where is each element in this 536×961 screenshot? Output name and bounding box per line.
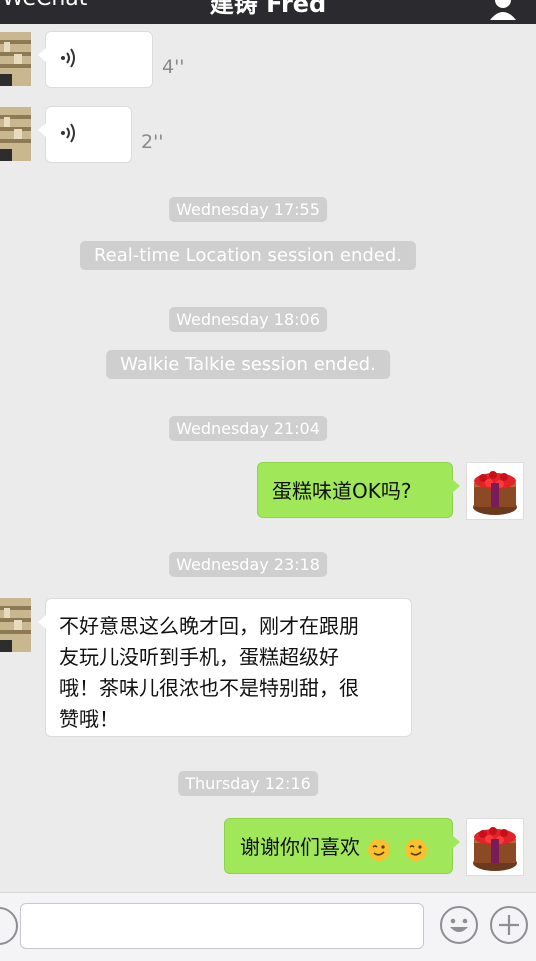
user-profile-icon[interactable]: [488, 0, 518, 20]
cake-avatar-image: [467, 463, 523, 519]
voice-duration: 4'': [162, 56, 185, 78]
contact-avatar[interactable]: [0, 598, 31, 652]
wink-emoji-icon: [368, 838, 391, 861]
voice-playback-icon: [61, 123, 75, 143]
plus-icon: [499, 915, 519, 935]
voice-playback-icon: [61, 48, 75, 68]
contact-avatar[interactable]: [0, 107, 31, 161]
sent-message-bubble[interactable]: 谢谢你们喜欢: [224, 818, 460, 874]
message-text: 谢谢你们喜欢: [240, 835, 360, 859]
input-bar: [0, 892, 536, 961]
system-message: Walkie Talkie session ended.: [106, 350, 390, 379]
avatar-image: [0, 32, 31, 86]
wink-emoji-icon: [405, 838, 428, 861]
message-input[interactable]: [20, 903, 424, 949]
timestamp: Wednesday 17:55: [169, 197, 327, 222]
avatar-image: [0, 598, 31, 652]
emoji-button[interactable]: [440, 906, 478, 944]
message-line: 友玩儿没听到手机，蛋糕超级好: [59, 645, 339, 669]
message-text: 蛋糕味道OK吗?: [272, 479, 412, 503]
add-more-button[interactable]: [490, 906, 528, 944]
smiley-icon: [450, 918, 468, 932]
message-line: 不好意思这么晚才回，刚才在跟朋: [59, 614, 359, 638]
system-message: Real-time Location session ended.: [79, 241, 417, 270]
voice-message-bubble[interactable]: [38, 106, 132, 163]
cake-avatar-image: [467, 819, 523, 875]
voice-input-toggle-button[interactable]: [0, 907, 18, 945]
sent-message-bubble[interactable]: 蛋糕味道OK吗?: [257, 462, 460, 518]
chat-title: 建铸 Fred: [209, 0, 327, 18]
my-avatar[interactable]: [466, 818, 524, 876]
contact-avatar[interactable]: [0, 32, 31, 86]
timestamp: Wednesday 18:06: [169, 307, 327, 332]
message-line: 哦！茶味儿很浓也不是特别甜，很: [59, 676, 359, 700]
nav-bar: WeChat 建铸 Fred: [0, 0, 536, 24]
voice-message-bubble[interactable]: [38, 31, 153, 88]
avatar-image: [0, 107, 31, 161]
timestamp: Wednesday 23:18: [169, 552, 327, 577]
message-line: 赞哦！: [59, 707, 119, 731]
timestamp: Thursday 12:16: [178, 771, 318, 796]
timestamp: Wednesday 21:04: [169, 416, 327, 441]
my-avatar[interactable]: [466, 462, 524, 520]
voice-duration: 2'': [141, 131, 164, 153]
received-message-bubble[interactable]: 不好意思这么晚才回，刚才在跟朋 友玩儿没听到手机，蛋糕超级好 哦！茶味儿很浓也不…: [38, 598, 412, 737]
